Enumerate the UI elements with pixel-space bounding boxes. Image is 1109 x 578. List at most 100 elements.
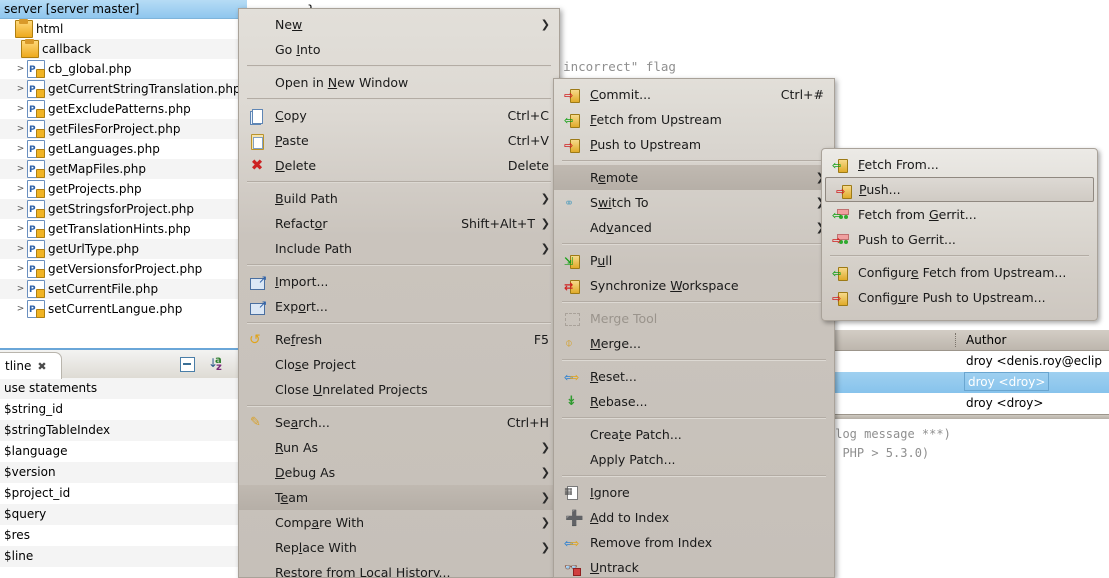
expand-arrow-icon[interactable]: > xyxy=(14,239,27,259)
menu-item-refactor[interactable]: Refactor Shift+Alt+T ❯ xyxy=(239,211,559,236)
tree-item[interactable]: > getUrlType.php xyxy=(0,239,247,260)
tree-item[interactable]: > setCurrentLangue.php xyxy=(0,299,247,320)
menu-item-build-path[interactable]: Build Path ❯ xyxy=(239,186,559,211)
menu-item-debug-as[interactable]: Debug As ❯ xyxy=(239,460,559,485)
menu-item-include-path[interactable]: Include Path ❯ xyxy=(239,236,559,261)
outline-item[interactable]: use statements xyxy=(0,378,247,399)
git-branch-icon: ⚭ xyxy=(564,196,575,210)
menu-item-configure-fetch-from-upstream[interactable]: ⇦ Configure Fetch from Upstream... xyxy=(822,260,1097,285)
expand-arrow-icon[interactable]: > xyxy=(14,119,27,139)
outline-item[interactable]: $language xyxy=(0,441,247,462)
menu-item-ignore[interactable]: ▦ Ignore xyxy=(554,480,834,505)
history-view[interactable]: Author droy <denis.roy@eclip droy <droy> d… xyxy=(820,330,1109,570)
expand-arrow-icon[interactable]: > xyxy=(14,139,27,159)
menu-item-compare-with[interactable]: Compare With ❯ xyxy=(239,510,559,535)
tree-item[interactable]: > getProjects.php xyxy=(0,179,247,200)
menu-item-apply-patch[interactable]: Apply Patch... xyxy=(554,447,834,472)
menu-item-push-to-upstream[interactable]: ⇨ Push to Upstream xyxy=(554,132,834,157)
tree-item[interactable]: > getMapFiles.php xyxy=(0,159,247,180)
menu-item-add-to-index[interactable]: ➕ Add to Index xyxy=(554,505,834,530)
menu-item-switch-to[interactable]: ⚭Switch To❯ xyxy=(554,190,834,215)
menu-item-delete[interactable]: ✖ Delete Delete xyxy=(239,153,559,178)
menu-item-copy[interactable]: Copy Ctrl+C xyxy=(239,103,559,128)
outline-item[interactable]: $version xyxy=(0,462,247,483)
tree-item[interactable]: > getVersionsforProject.php xyxy=(0,259,247,280)
menu-item-search[interactable]: ✎ Search... Ctrl+H xyxy=(239,410,559,435)
expand-arrow-icon[interactable]: > xyxy=(14,219,27,239)
remote-submenu[interactable]: ⇦ Fetch From... ⇨ Push... ⇦ Fetch from Gerrit… xyxy=(821,148,1098,321)
table-row[interactable]: droy <denis.roy@eclip xyxy=(820,351,1109,372)
collapse-all-button[interactable] xyxy=(178,355,196,373)
expand-arrow-icon[interactable]: > xyxy=(14,259,27,279)
menu-item-pull[interactable]: ⇲ Pull xyxy=(554,248,834,273)
sort-button[interactable]: ↓ a z xyxy=(208,355,226,373)
tree-item[interactable]: > setCurrentFile.php xyxy=(0,279,247,300)
expand-arrow-icon[interactable]: > xyxy=(14,59,27,79)
menu-item-new[interactable]: New ❯ xyxy=(239,12,559,37)
menu-item-restore-from-local-history[interactable]: Restore from Local History... xyxy=(239,560,559,577)
tree-item[interactable]: callback xyxy=(0,39,247,59)
expand-arrow-icon[interactable]: > xyxy=(14,79,27,99)
expand-arrow-icon[interactable]: > xyxy=(14,199,27,219)
menu-item-remote[interactable]: Remote❯ xyxy=(554,165,834,190)
tab-outline[interactable]: tline ✖ xyxy=(0,352,62,379)
menu-item-replace-with[interactable]: Replace With ❯ xyxy=(239,535,559,560)
outline-item[interactable]: $query xyxy=(0,504,247,525)
git-reset-icon: ⇦ ⇨ xyxy=(564,371,580,384)
column-header-author[interactable]: Author xyxy=(966,330,1006,350)
outline-item[interactable]: $project_id xyxy=(0,483,247,504)
tree-item[interactable]: > getFilesForProject.php xyxy=(0,119,247,140)
outline-view[interactable]: tline ✖ ↓ a z use statements $string_id $stri… xyxy=(0,348,247,570)
menu-item-merge[interactable]: ⌽ Merge... xyxy=(554,331,834,356)
menu-item-refresh[interactable]: ↺ Refresh F5 xyxy=(239,327,559,352)
table-row[interactable]: droy <droy> xyxy=(820,372,1109,393)
context-menu[interactable]: New ❯ Go Into Open in New Window Copy Ctrl+C P… xyxy=(238,8,560,578)
menu-item-create-patch[interactable]: Create Patch... xyxy=(554,422,834,447)
outline-item[interactable]: $line xyxy=(0,546,247,567)
expand-arrow-icon[interactable]: > xyxy=(14,279,27,299)
menu-item-reset[interactable]: ⇦ ⇨ Reset... xyxy=(554,364,834,389)
tree-item[interactable]: > getCurrentStringTranslation.php xyxy=(0,79,247,100)
menu-item-commit[interactable]: ⇨ Commit... Ctrl+# xyxy=(554,82,834,107)
outline-item[interactable]: $stringTableIndex xyxy=(0,420,247,441)
tree-item[interactable]: > getExcludePatterns.php xyxy=(0,99,247,120)
close-icon[interactable]: ✖ xyxy=(37,360,46,373)
folder-icon xyxy=(21,39,39,58)
menu-item-push[interactable]: ⇨ Push... xyxy=(825,177,1094,202)
menu-item-remove-from-index[interactable]: ⇦ ⇨ Remove from Index xyxy=(554,530,834,555)
tree-item[interactable]: > getTranslationHints.php xyxy=(0,219,247,240)
tree-item[interactable]: html xyxy=(0,19,247,39)
team-submenu[interactable]: ⇨ Commit... Ctrl+# ⇦ Fetch from Upstream ⇨ Pus… xyxy=(553,78,835,578)
menu-item-close-unrelated-projects[interactable]: Close Unrelated Projects xyxy=(239,377,559,402)
menu-item-push-to-gerrit[interactable]: ⇨ Push to Gerrit... xyxy=(822,227,1097,252)
project-explorer-tree[interactable]: server [server master] html callback > cb_g… xyxy=(0,0,247,348)
table-row[interactable]: droy <droy> xyxy=(820,393,1109,414)
tree-item[interactable]: > getLanguages.php xyxy=(0,139,247,160)
menu-item-fetch-from[interactable]: ⇦ Fetch From... xyxy=(822,152,1097,177)
menu-item-fetch-from-upstream[interactable]: ⇦ Fetch from Upstream xyxy=(554,107,834,132)
tree-item[interactable]: > cb_global.php xyxy=(0,59,247,80)
menu-item-run-as[interactable]: Run As ❯ xyxy=(239,435,559,460)
tree-root-label[interactable]: server [server master] xyxy=(0,0,247,19)
expand-arrow-icon[interactable]: > xyxy=(14,299,27,319)
expand-arrow-icon[interactable]: > xyxy=(14,99,27,119)
menu-item-team[interactable]: Team ❯ xyxy=(239,485,559,510)
menu-item-go-into[interactable]: Go Into xyxy=(239,37,559,62)
menu-item-open-in-new-window[interactable]: Open in New Window xyxy=(239,70,559,95)
menu-item-paste[interactable]: Paste Ctrl+V xyxy=(239,128,559,153)
menu-item-advanced[interactable]: Advanced❯ xyxy=(554,215,834,240)
menu-item-synchronize-workspace[interactable]: ⇄ Synchronize Workspace xyxy=(554,273,834,298)
menu-item-rebase[interactable]: ↡ Rebase... xyxy=(554,389,834,414)
column-separator[interactable] xyxy=(955,333,956,347)
menu-item-fetch-from-gerrit[interactable]: ⇦ Fetch from Gerrit... xyxy=(822,202,1097,227)
expand-arrow-icon[interactable]: > xyxy=(14,159,27,179)
outline-item[interactable]: $res xyxy=(0,525,247,546)
tree-item[interactable]: > getStringsforProject.php xyxy=(0,199,247,220)
menu-item-export[interactable]: ↗ Export... xyxy=(239,294,559,319)
menu-item-close-project[interactable]: Close Project xyxy=(239,352,559,377)
outline-item[interactable]: $string_id xyxy=(0,399,247,420)
menu-item-import[interactable]: ↗ Import... xyxy=(239,269,559,294)
menu-item-untrack[interactable]: 👓 Untrack xyxy=(554,555,834,577)
expand-arrow-icon[interactable]: > xyxy=(14,179,27,199)
menu-item-configure-push-to-upstream[interactable]: ⇨ Configure Push to Upstream... xyxy=(822,285,1097,310)
